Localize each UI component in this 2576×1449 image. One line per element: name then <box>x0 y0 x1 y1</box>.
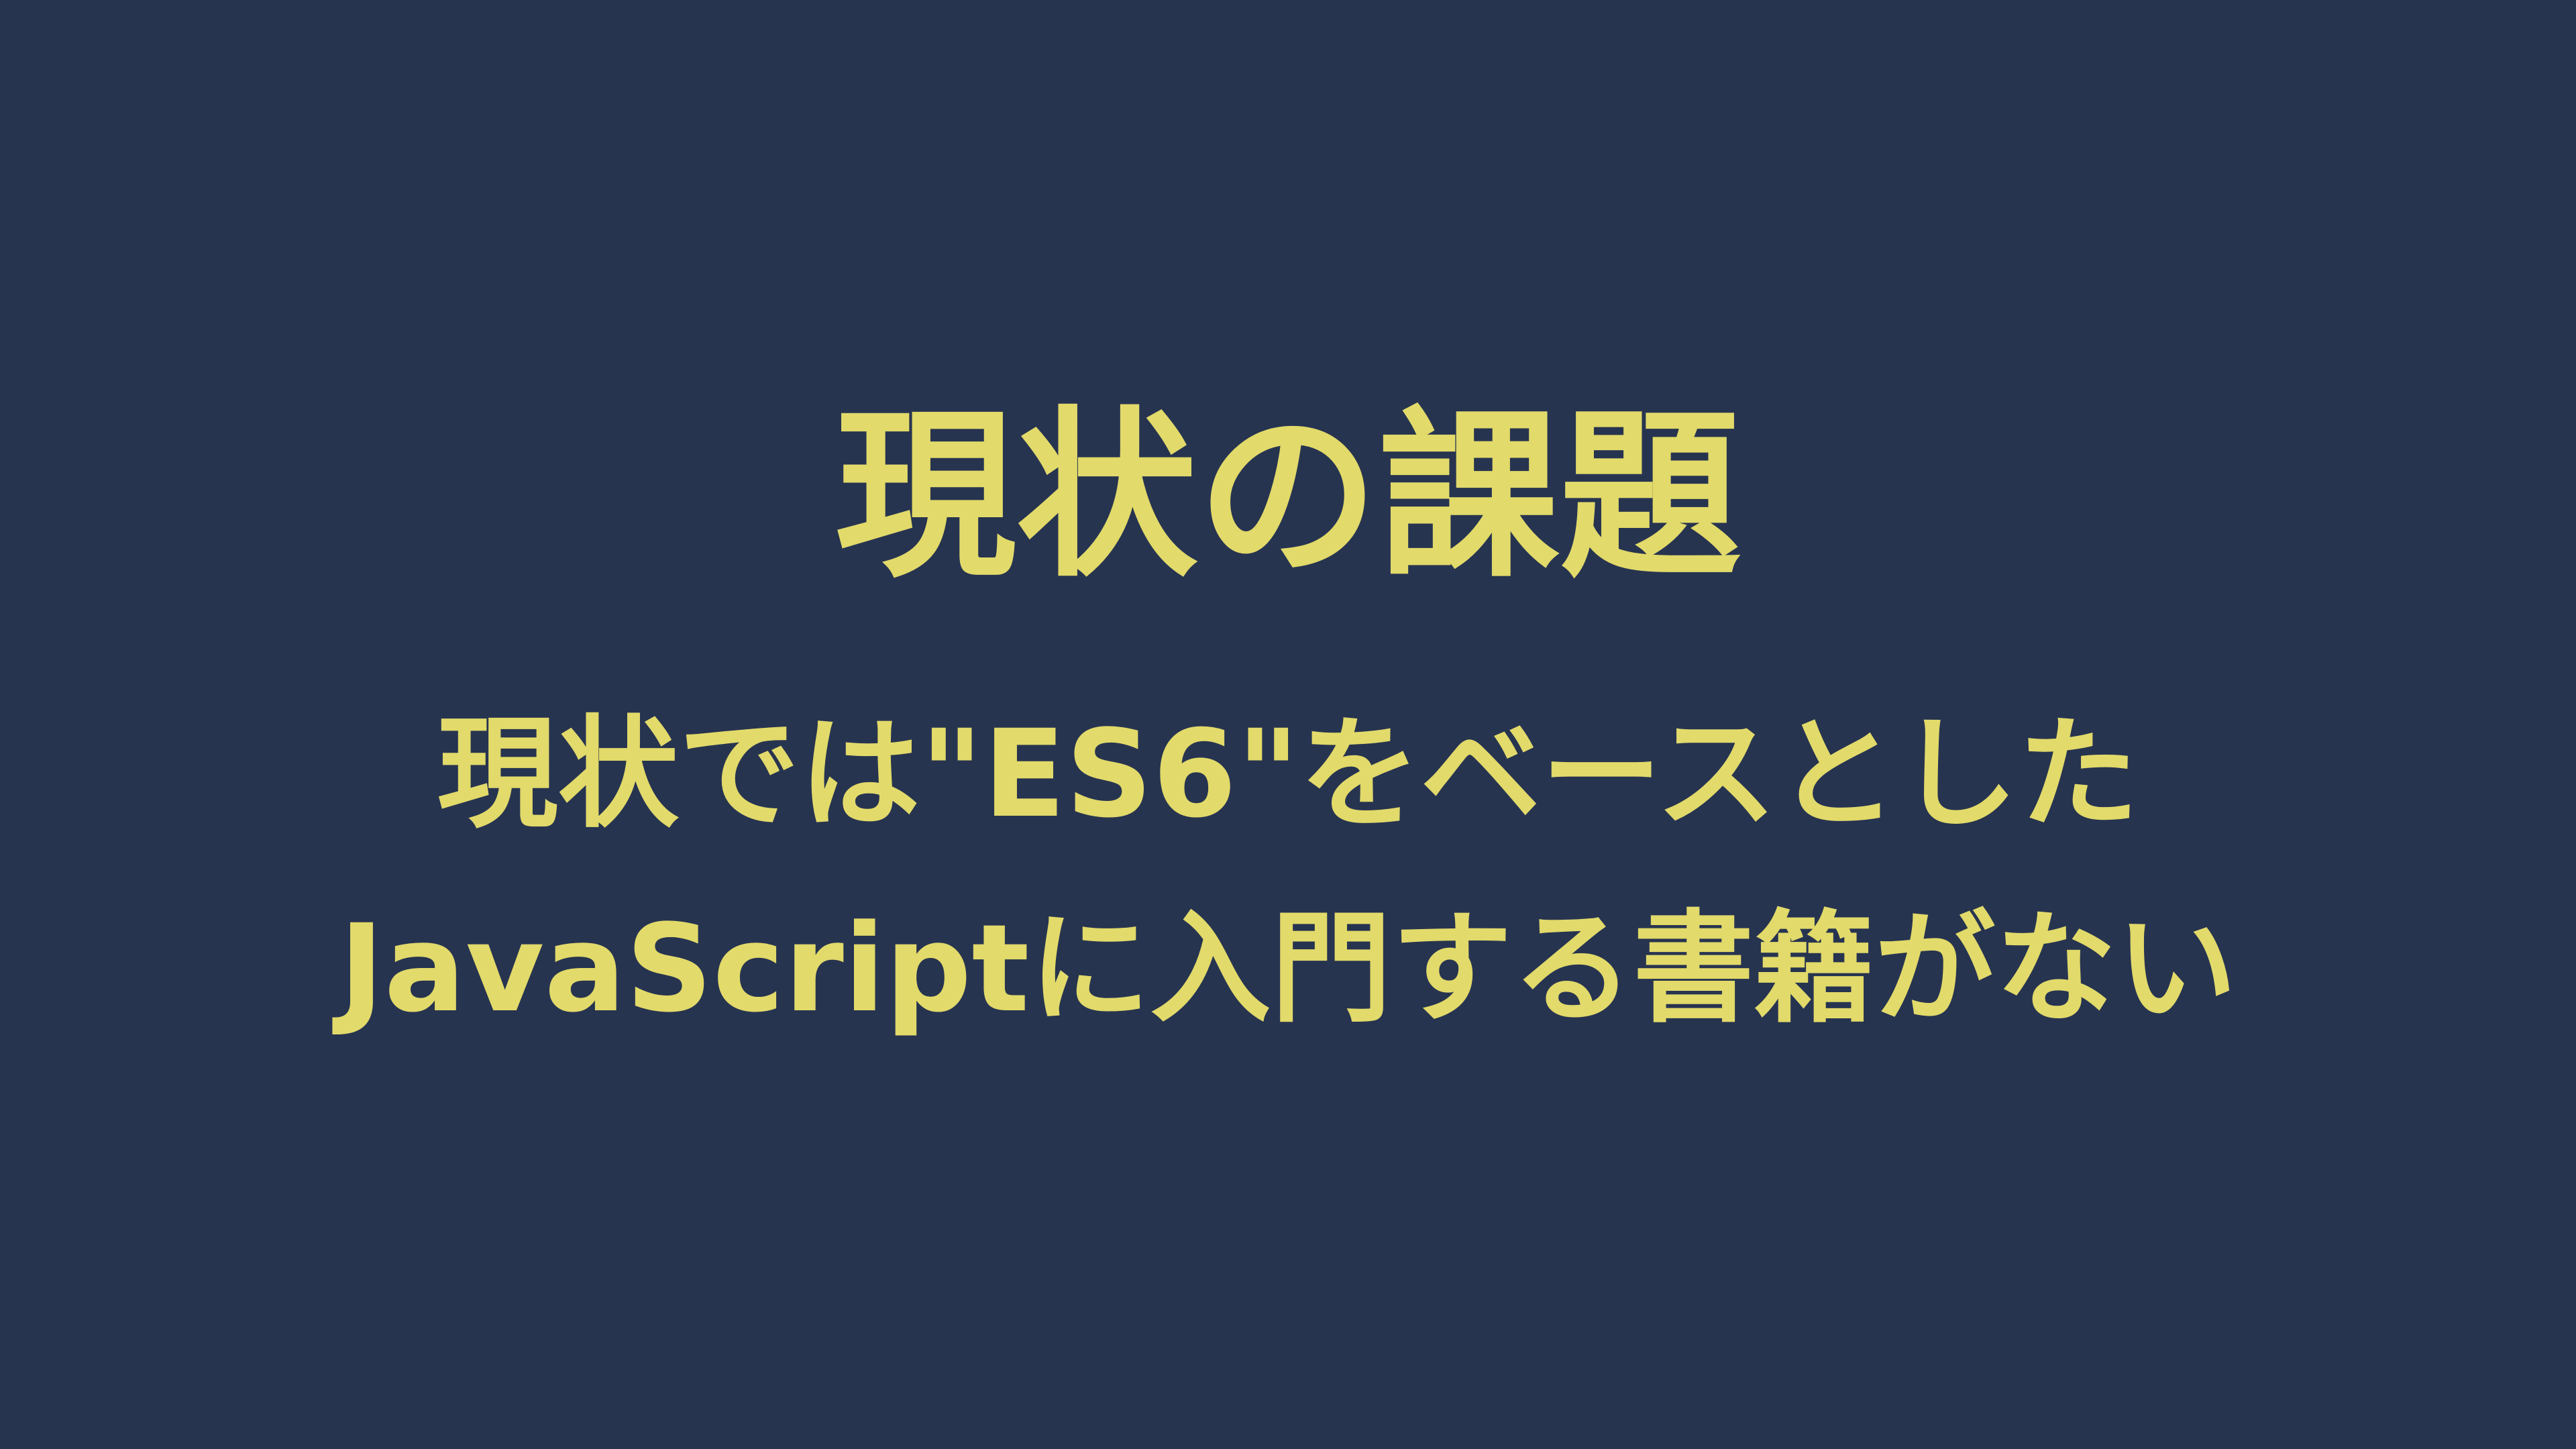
slide: 現状の課題 現状では"ES6"をベースとした JavaScriptに入門する書籍… <box>0 0 2576 1449</box>
body-text-line-2: JavaScriptに入門する書籍がない <box>339 899 2237 1039</box>
slide-title: 現状の課題 <box>835 390 1741 602</box>
body-text-line-1: 現状では"ES6"をベースとした <box>437 704 2139 845</box>
